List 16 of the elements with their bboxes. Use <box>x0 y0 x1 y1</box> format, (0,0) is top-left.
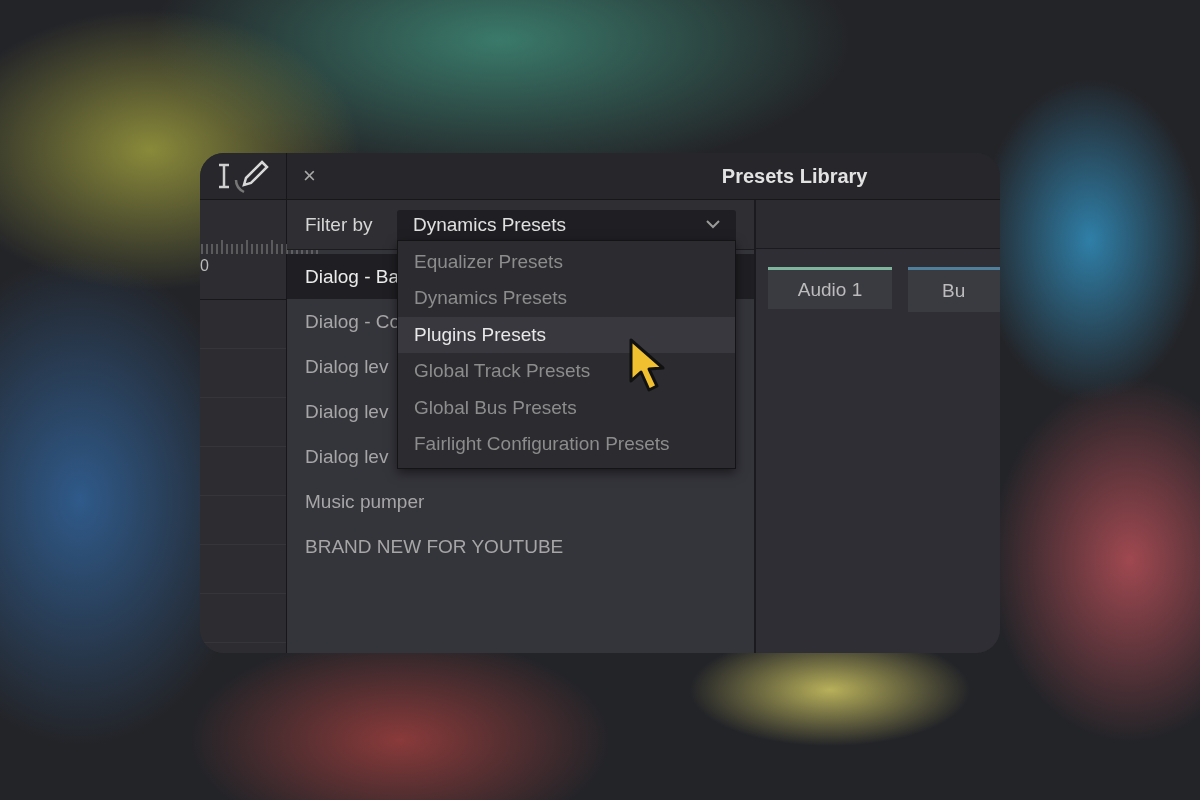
text-cursor-icon[interactable] <box>216 163 232 189</box>
menu-item[interactable]: Global Bus Presets <box>398 389 735 426</box>
menu-item[interactable]: Plugins Presets <box>398 316 735 353</box>
menu-item[interactable]: Equalizer Presets <box>398 243 735 280</box>
menu-item[interactable]: Global Track Presets <box>398 353 735 390</box>
filter-label: Filter by <box>305 213 374 236</box>
track-button[interactable]: Audio 1 <box>768 267 892 309</box>
preset-item[interactable]: Music pumper <box>287 479 754 524</box>
close-button[interactable]: × <box>303 163 316 189</box>
ruler-label: 0 <box>200 257 209 275</box>
menu-item[interactable]: Fairlight Configuration Presets <box>398 426 735 463</box>
chevron-down-icon <box>706 220 720 229</box>
track-button[interactable]: Bu <box>908 267 1000 312</box>
window-title: Presets Library <box>721 164 868 188</box>
preset-item[interactable]: BRAND NEW FOR YOUTUBE <box>287 524 754 569</box>
menu-item[interactable]: Dynamics Presets <box>398 280 735 317</box>
